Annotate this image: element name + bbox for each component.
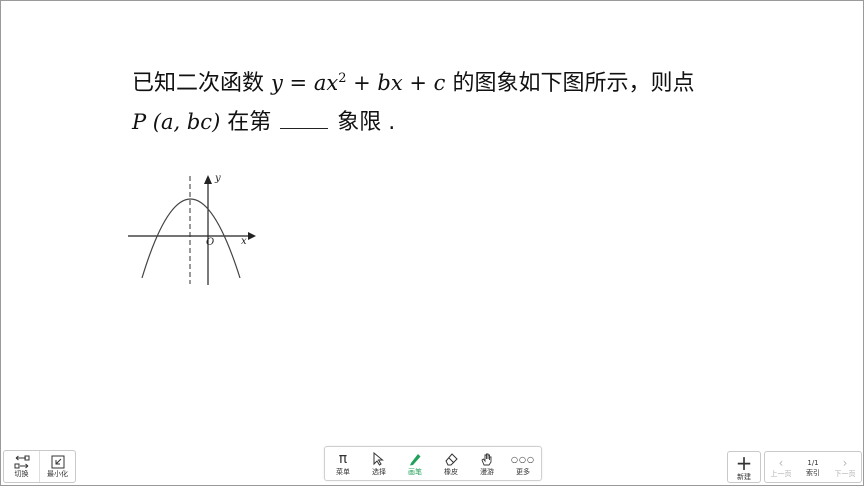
tool-pen[interactable]: 画笔 — [397, 447, 433, 480]
cursor-icon — [372, 451, 386, 467]
point-p: P (a, bc) — [132, 110, 221, 134]
tool-select[interactable]: 选择 — [361, 447, 397, 480]
quadratic-equation: y = ax2 + bx + c — [271, 71, 446, 95]
prev-page-button[interactable]: ‹ 上一页 — [765, 452, 797, 482]
page-navigator: ‹ 上一页 1/1 索引 › 下一页 — [764, 451, 862, 483]
minimize-button[interactable]: 最小化 — [39, 451, 75, 482]
next-page-button[interactable]: › 下一页 — [829, 452, 861, 482]
parabola-graph-svg — [128, 175, 256, 285]
origin-label: O — [206, 237, 215, 248]
chevron-right-icon: › — [842, 455, 848, 470]
page-count: 1/1 — [807, 458, 819, 467]
tool-pan[interactable]: 漫游 — [469, 447, 505, 480]
tool-eraser[interactable]: 橡皮 — [433, 447, 469, 480]
more-icon: ○○○ — [511, 454, 535, 464]
minimize-label: 最小化 — [47, 470, 68, 478]
new-page-label: 新建 — [737, 472, 751, 481]
question-line-2: P (a, bc) 在第 象限 . — [132, 103, 694, 142]
question-prefix: 已知二次函数 — [132, 71, 265, 96]
answer-blank — [280, 108, 329, 129]
parabola-curve — [141, 198, 241, 279]
question-line2-mid: 在第 — [227, 110, 272, 135]
x-axis-arrow — [248, 232, 256, 240]
y-axis-label: y — [215, 173, 221, 184]
minimize-icon — [51, 455, 64, 469]
y-axis-arrow — [204, 175, 212, 184]
tool-menu[interactable]: π 菜单 — [325, 447, 361, 480]
question-line2-end: 象限 . — [337, 110, 396, 135]
question-text: 已知二次函数 y = ax2 + bx + c 的图象如下图所示，则点 P (a… — [132, 60, 694, 142]
switch-label: 切换 — [14, 470, 29, 478]
chevron-left-icon: ‹ — [778, 455, 784, 470]
pen-icon — [408, 451, 422, 467]
eraser-icon — [444, 451, 458, 467]
tool-more[interactable]: ○○○ 更多 — [505, 447, 541, 480]
new-page-button[interactable]: + 新建 — [727, 451, 761, 483]
page-index-button[interactable]: 1/1 索引 — [797, 452, 829, 482]
question-suffix: 的图象如下图所示，则点 — [452, 71, 695, 96]
switch-button[interactable]: 切换 — [4, 451, 39, 482]
bottom-left-panel: 切换 最小化 — [3, 450, 76, 483]
question-line-1: 已知二次函数 y = ax2 + bx + c 的图象如下图所示，则点 — [132, 60, 694, 103]
parabola-graph: y x O — [122, 172, 257, 287]
x-axis-label: x — [241, 236, 247, 247]
hand-icon — [480, 451, 494, 467]
drawing-toolbar: π 菜单 选择 画笔 橡皮 漫游 ○○○ 更多 — [324, 446, 542, 481]
switch-icon — [14, 455, 29, 469]
plus-icon: + — [735, 450, 753, 475]
pi-icon: π — [338, 451, 348, 467]
